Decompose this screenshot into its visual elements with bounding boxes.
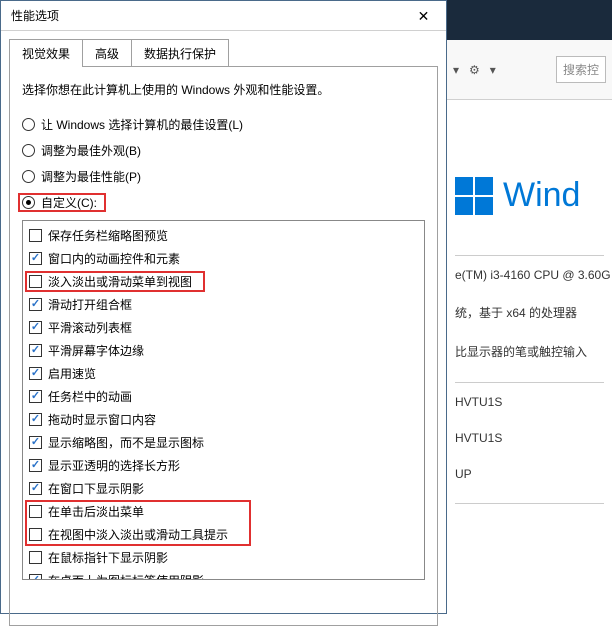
checkbox-icon [29,482,42,495]
pen-info: 比显示器的笔或触控输入 [455,343,604,360]
check-item-3[interactable]: 滑动打开组合框 [27,294,424,315]
check-item-8[interactable]: 拖动时显示窗口内容 [27,409,424,430]
check-label: 在桌面上为图标标签使用阴影 [48,572,204,580]
windows-logo-icon [455,177,493,215]
tab-strip: 视觉效果 高级 数据执行保护 [9,39,446,67]
checkbox-icon [29,252,42,265]
radio-icon [22,170,35,183]
radio-icon [22,144,35,157]
radio-icon [22,118,35,131]
radio-label: 调整为最佳性能(P) [41,168,141,185]
radio-group: 让 Windows 选择计算机的最佳设置(L) 调整为最佳外观(B) 调整为最佳… [22,116,425,211]
check-item-7[interactable]: 任务栏中的动画 [27,386,424,407]
check-item-5[interactable]: 平滑屏幕字体边缘 [27,340,424,361]
check-label: 显示缩略图，而不是显示图标 [48,434,204,451]
check-label: 滑动打开组合框 [48,296,132,313]
tab-advanced[interactable]: 高级 [82,39,132,67]
checkbox-icon [29,436,42,449]
checkbox-icon [29,321,42,334]
check-item-1[interactable]: 窗口内的动画控件和元素 [27,248,424,269]
close-button[interactable]: ✕ [401,1,446,31]
check-label: 启用速览 [48,365,96,382]
pc-name-2: HVTU1S [455,431,604,445]
checkbox-icon [29,298,42,311]
checkbox-icon [29,275,42,288]
radio-best-appearance[interactable]: 调整为最佳外观(B) [22,142,425,159]
check-label: 平滑屏幕字体边缘 [48,342,144,359]
check-label: 在单击后淡出菜单 [48,503,144,520]
radio-best-performance[interactable]: 调整为最佳性能(P) [22,168,425,185]
pc-name-1: HVTU1S [455,395,604,409]
check-label: 显示亚透明的选择长方形 [48,457,180,474]
check-label: 平滑滚动列表框 [48,319,132,336]
check-item-13[interactable]: 在视图中淡入淡出或滑动工具提示 [27,524,424,545]
toolbar-mark: ▾ [453,63,459,77]
instruction-text: 选择你想在此计算机上使用的 Windows 外观和性能设置。 [22,81,425,98]
check-label: 淡入淡出或滑动菜单到视图 [48,273,192,290]
tab-visual-effects[interactable]: 视觉效果 [9,39,83,67]
arch-info: 统，基于 x64 的处理器 [455,304,604,321]
checkbox-icon [29,528,42,541]
cpu-info: e(TM) i3-4160 CPU @ 3.60G [455,268,604,282]
check-label: 在窗口下显示阴影 [48,480,144,497]
bg-dark-header [447,0,612,40]
checkbox-icon [29,505,42,518]
workgroup: UP [455,467,604,481]
tab-dep[interactable]: 数据执行保护 [131,39,229,67]
checkbox-icon [29,367,42,380]
radio-label: 自定义(C): [41,194,97,211]
effects-checklist: 保存任务栏缩略图预览窗口内的动画控件和元素淡入淡出或滑动菜单到视图滑动打开组合框… [22,220,425,580]
check-label: 在视图中淡入淡出或滑动工具提示 [48,526,228,543]
radio-icon [22,196,35,209]
checkbox-icon [29,390,42,403]
titlebar: 性能选项 ✕ [1,1,446,31]
check-item-10[interactable]: 显示亚透明的选择长方形 [27,455,424,476]
checkbox-icon [29,413,42,426]
checkbox-icon [29,551,42,564]
checkbox-icon [29,344,42,357]
radio-auto[interactable]: 让 Windows 选择计算机的最佳设置(L) [22,116,425,133]
check-item-11[interactable]: 在窗口下显示阴影 [27,478,424,499]
check-item-4[interactable]: 平滑滚动列表框 [27,317,424,338]
performance-options-dialog: 性能选项 ✕ 视觉效果 高级 数据执行保护 选择你想在此计算机上使用的 Wind… [0,0,447,614]
background-system-pane: ▾ ⚙ ▾ 搜索控 Wind e(TM) i3-4160 CPU @ 3.60G… [447,0,612,614]
check-label: 任务栏中的动画 [48,388,132,405]
gear-icon: ⚙ [469,63,480,77]
check-label: 在鼠标指针下显示阴影 [48,549,168,566]
check-label: 拖动时显示窗口内容 [48,411,156,428]
check-item-14[interactable]: 在鼠标指针下显示阴影 [27,547,424,568]
check-item-2[interactable]: 淡入淡出或滑动菜单到视图 [27,271,424,292]
check-label: 窗口内的动画控件和元素 [48,250,180,267]
tab-panel-visual-effects: 选择你想在此计算机上使用的 Windows 外观和性能设置。 让 Windows… [9,66,438,626]
radio-label: 让 Windows 选择计算机的最佳设置(L) [41,116,243,133]
search-input[interactable]: 搜索控 [556,56,606,83]
checkbox-icon [29,459,42,472]
dialog-title: 性能选项 [11,7,59,24]
radio-label: 调整为最佳外观(B) [41,142,141,159]
bg-toolbar: ▾ ⚙ ▾ 搜索控 [447,40,612,100]
check-item-12[interactable]: 在单击后淡出菜单 [27,501,424,522]
check-item-9[interactable]: 显示缩略图，而不是显示图标 [27,432,424,453]
checkbox-icon [29,229,42,242]
checkbox-icon [29,574,42,580]
windows-logo: Wind [455,176,604,215]
check-item-15[interactable]: 在桌面上为图标标签使用阴影 [27,570,424,580]
windows-label: Wind [503,176,580,215]
radio-custom[interactable]: 自定义(C): [22,194,425,211]
check-item-6[interactable]: 启用速览 [27,363,424,384]
check-label: 保存任务栏缩略图预览 [48,227,168,244]
check-item-0[interactable]: 保存任务栏缩略图预览 [27,225,424,246]
toolbar-mark-2: ▾ [490,63,496,77]
